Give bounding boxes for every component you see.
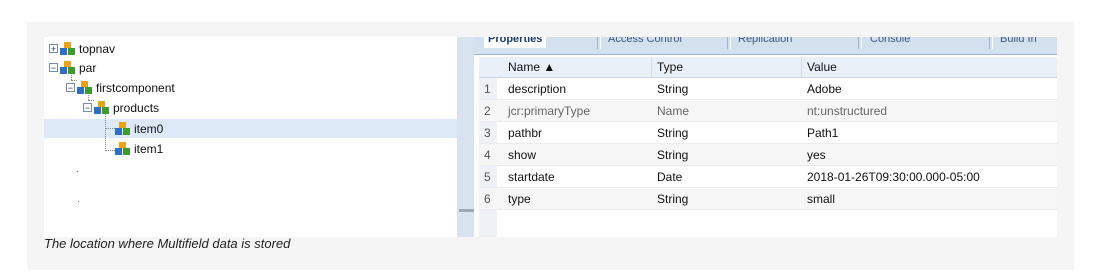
column-header-value[interactable]: Value	[807, 60, 837, 74]
tree-node-label: topnav	[79, 41, 116, 56]
tree-node-item0[interactable]: item0	[115, 119, 163, 138]
row-number: 4	[484, 148, 491, 162]
tab-console[interactable]: Console	[866, 37, 914, 48]
tree-dot	[78, 201, 79, 202]
collapse-icon[interactable]: −	[83, 103, 92, 113]
expand-icon[interactable]: +	[49, 44, 58, 54]
properties-panel: Properties Access Control Replication Co…	[474, 37, 1057, 237]
property-name: description	[508, 82, 567, 96]
tab-separator	[727, 37, 731, 49]
property-name: type	[508, 192, 531, 206]
property-value: Adobe	[807, 82, 842, 96]
property-type: Name	[657, 104, 690, 118]
property-name: jcr:primaryType	[508, 104, 591, 118]
property-type: String	[657, 126, 689, 140]
table-row[interactable]: 6 type String small	[479, 188, 1057, 210]
property-name: pathbr	[508, 126, 543, 140]
node-icon	[115, 141, 130, 155]
node-icon	[77, 80, 92, 94]
table-row[interactable]: 2 jcr:primaryType Name nt:unstructured	[479, 100, 1057, 122]
repository-tree: + topnav − par − firstcomponent − produc…	[44, 37, 457, 237]
screenshot: + topnav − par − firstcomponent − produc…	[44, 37, 1057, 237]
table-header: Name ▲ Type Value	[479, 57, 1057, 78]
row-number: 1	[484, 82, 491, 96]
table-row[interactable]: 1 description String Adobe	[479, 78, 1057, 100]
tree-node-par[interactable]: − par	[49, 58, 96, 77]
property-type: Date	[657, 170, 683, 184]
property-value: Path1	[807, 126, 839, 140]
property-type: String	[657, 148, 689, 162]
tree-node-label: item0	[134, 121, 164, 136]
row-number: 3	[484, 126, 491, 140]
collapse-icon[interactable]: −	[66, 83, 75, 93]
tree-node-item1[interactable]: item1	[115, 139, 163, 158]
column-divider[interactable]	[801, 57, 802, 77]
tree-dot	[77, 171, 78, 172]
property-name: show	[508, 148, 537, 162]
tree-node-label: item1	[134, 141, 164, 156]
tab-separator	[989, 37, 993, 49]
table-row[interactable]: 3 pathbr String Path1	[479, 122, 1057, 144]
tab-replication[interactable]: Replication	[734, 37, 796, 48]
row-number: 2	[484, 104, 491, 118]
tree-node-products[interactable]: − products	[83, 98, 159, 117]
row-number: 6	[484, 192, 491, 206]
property-name: startdate	[508, 170, 555, 184]
tree-node-label: products	[113, 100, 160, 115]
property-value: small	[807, 192, 836, 206]
column-divider[interactable]	[651, 57, 652, 77]
property-value: 2018-01-26T09:30:00.000-05:00	[807, 170, 980, 184]
figure: + topnav − par − firstcomponent − produc…	[27, 22, 1074, 270]
node-icon	[94, 100, 109, 114]
property-type: String	[657, 82, 689, 96]
tree-node-label: par	[79, 60, 97, 75]
property-type: String	[657, 192, 689, 206]
collapse-icon[interactable]: −	[49, 63, 58, 73]
property-value: nt:unstructured	[807, 104, 888, 118]
tab-properties[interactable]: Properties	[484, 37, 547, 48]
tree-node-label: firstcomponent	[96, 80, 175, 95]
figure-caption: The location where Multifield data is st…	[44, 236, 291, 251]
splitter-handle[interactable]	[459, 209, 475, 212]
tab-bar: Properties Access Control Replication Co…	[474, 37, 1057, 55]
table-row[interactable]: 5 startdate Date 2018-01-26T09:30:00.000…	[479, 166, 1057, 188]
node-icon	[60, 60, 75, 74]
node-icon	[115, 121, 130, 135]
column-header-name[interactable]: Name ▲	[508, 60, 555, 74]
tab-separator	[858, 37, 862, 49]
row-number: 5	[484, 170, 491, 184]
tab-separator	[597, 37, 601, 49]
column-header-type[interactable]: Type	[657, 60, 683, 74]
tab-build-info[interactable]: Build In	[996, 37, 1041, 48]
tree-node-topnav[interactable]: + topnav	[49, 39, 115, 58]
table-row[interactable]: 4 show String yes	[479, 144, 1057, 166]
tree-node-firstcomponent[interactable]: − firstcomponent	[66, 78, 175, 97]
node-icon	[60, 41, 75, 55]
panel-splitter[interactable]	[457, 37, 474, 237]
property-value: yes	[807, 148, 826, 162]
tab-access-control[interactable]: Access Control	[604, 37, 686, 48]
